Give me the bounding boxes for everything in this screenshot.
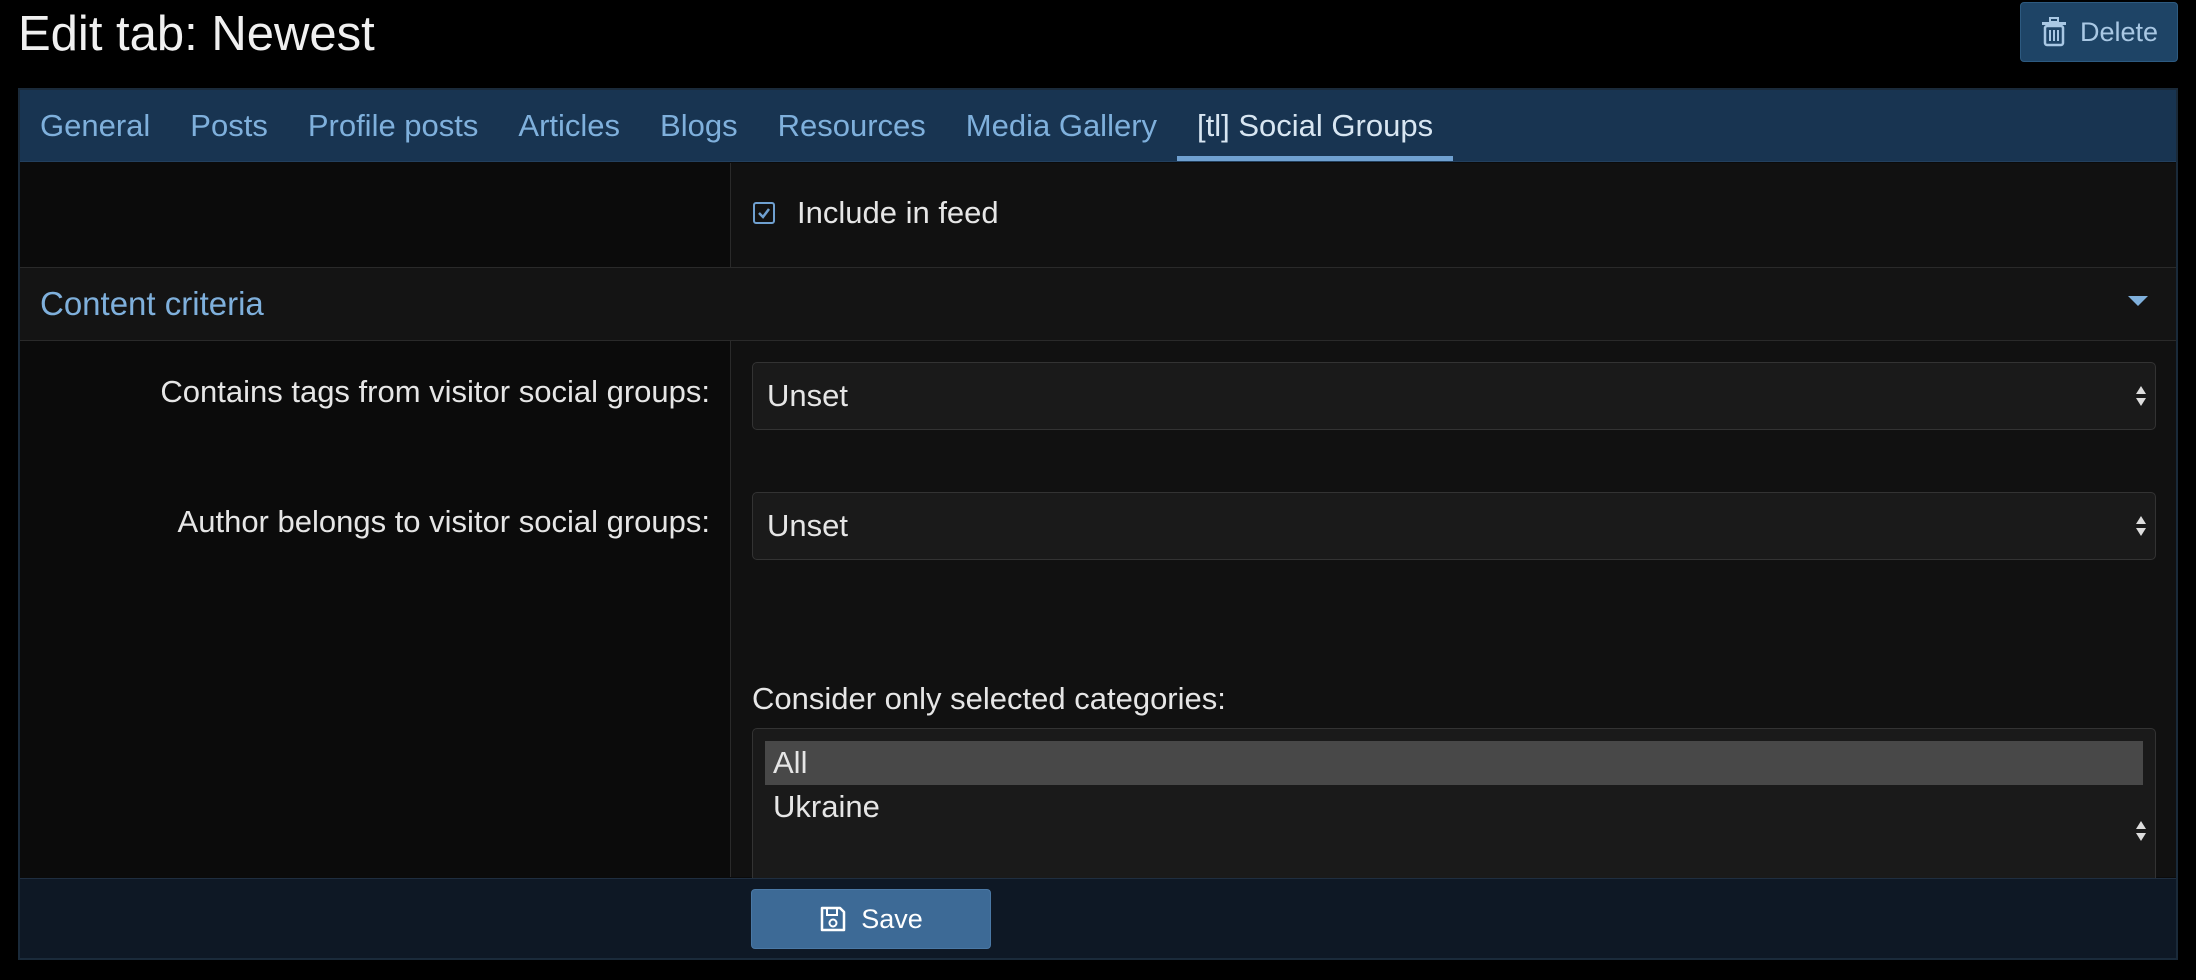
floppy-disk-icon — [820, 906, 846, 932]
author-select-value: Unset — [767, 508, 848, 543]
author-field-label: Author belongs to visitor social groups: — [177, 504, 710, 539]
tags-select[interactable]: Unset — [752, 362, 2156, 430]
delete-button-label: Delete — [2079, 16, 2159, 47]
save-button[interactable]: Save — [751, 889, 991, 949]
tags-field-label: Contains tags from visitor social groups… — [160, 374, 710, 409]
category-option-all[interactable]: All — [765, 741, 2143, 785]
tab-blogs[interactable]: Blogs — [640, 90, 758, 161]
save-button-label: Save — [861, 903, 923, 934]
updown-arrows-icon — [2136, 516, 2146, 536]
tab-general[interactable]: General — [20, 90, 170, 161]
tab-articles[interactable]: Articles — [498, 90, 640, 161]
include-in-feed-label[interactable]: Include in feed — [797, 195, 999, 231]
tab-resources[interactable]: Resources — [758, 90, 946, 161]
include-in-feed-checkbox[interactable] — [753, 202, 775, 224]
trash-icon — [2041, 17, 2066, 47]
author-select[interactable]: Unset — [752, 492, 2156, 560]
tab-profile-posts[interactable]: Profile posts — [288, 90, 499, 161]
criteria-label-column: Contains tags from visitor social groups… — [20, 341, 731, 877]
delete-button[interactable]: Delete — [2020, 2, 2178, 62]
tab-media-gallery[interactable]: Media Gallery — [946, 90, 1177, 161]
tab-social-groups[interactable]: [tl] Social Groups — [1177, 90, 1454, 161]
include-in-feed-row: Include in feed — [20, 163, 2176, 268]
page-title: Edit tab: Newest — [18, 7, 375, 61]
updown-arrows-icon — [2136, 386, 2146, 406]
tab-posts[interactable]: Posts — [170, 90, 288, 161]
checkmark-icon — [758, 208, 770, 219]
tags-select-value: Unset — [767, 378, 848, 413]
updown-arrows-icon — [2136, 821, 2146, 841]
content-criteria-header[interactable]: Content criteria — [20, 268, 2176, 341]
feed-label-column — [20, 163, 731, 267]
content-criteria-body: Contains tags from visitor social groups… — [20, 341, 2176, 934]
feed-input-column: Include in feed — [731, 163, 2176, 267]
categories-label: Consider only selected categories: — [752, 681, 1226, 716]
criteria-input-column: Unset Unset Consider only selected categ… — [731, 341, 2176, 934]
section-title: Content criteria — [40, 285, 264, 322]
caret-down-icon — [2128, 296, 2148, 306]
category-option-ukraine[interactable]: Ukraine — [765, 785, 2143, 829]
tab-bar: General Posts Profile posts Articles Blo… — [20, 90, 2176, 162]
form-footer: Save — [20, 878, 2176, 958]
edit-panel: General Posts Profile posts Articles Blo… — [18, 88, 2178, 960]
